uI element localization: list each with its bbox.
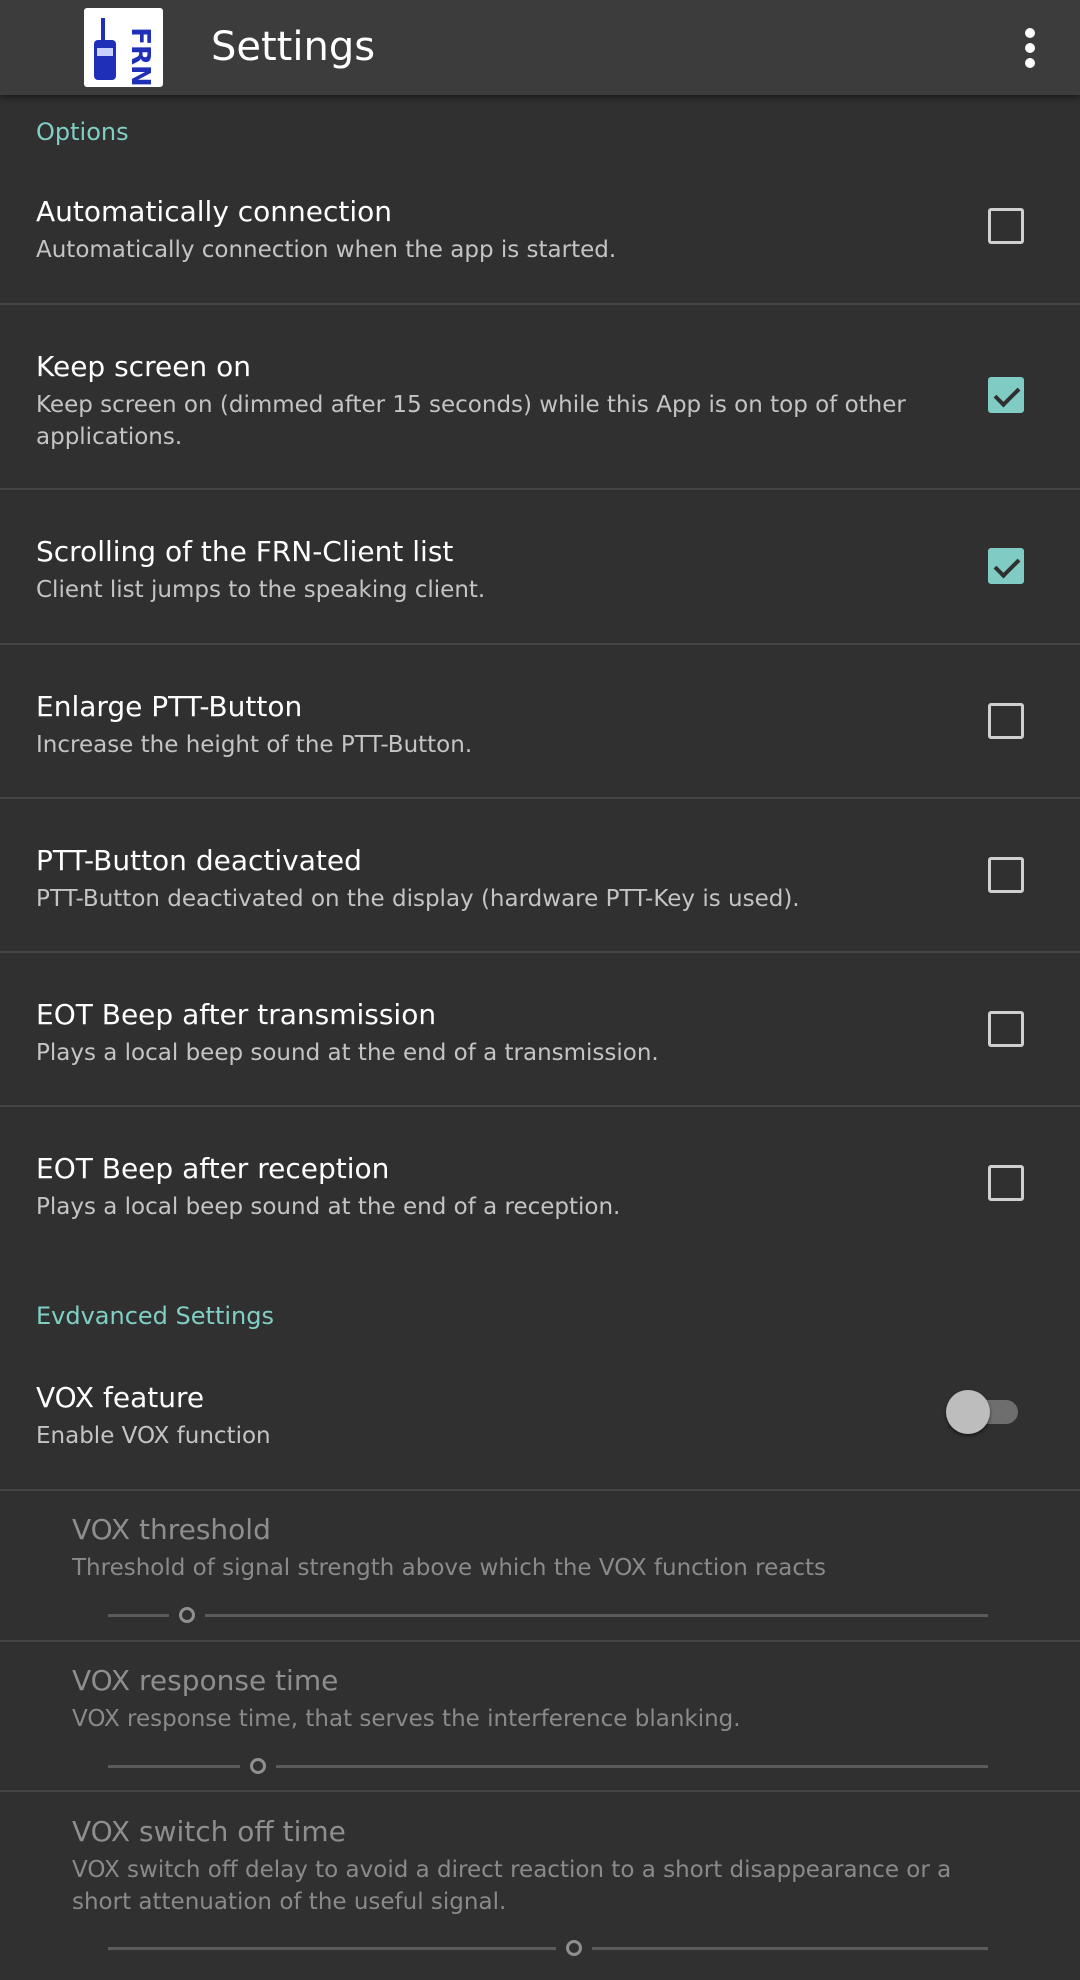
pref-title: EOT Beep after transmission [36, 998, 437, 1031]
pref-summary: Client list jumps to the speaking client… [36, 577, 486, 603]
pref-option-3[interactable]: Enlarge PTT-Button Increase the height of… [0, 685, 1080, 785]
pref-summary: Enable VOX function [36, 1423, 271, 1449]
divider [0, 1105, 1080, 1107]
pref-option-1[interactable]: Keep screen on Keep screen on (dimmed aft… [0, 345, 1080, 450]
radio-icon [94, 40, 116, 80]
pref-option-0[interactable]: Automatically connection Automatically co… [0, 190, 1080, 290]
pref-summary: Plays a local beep sound at the end of a… [36, 1040, 659, 1066]
menu-dot [1025, 58, 1035, 68]
seekbar[interactable] [108, 1756, 988, 1776]
checkbox-unchecked[interactable] [988, 208, 1024, 244]
pref-summary: VOX response time, that serves the inter… [72, 1706, 741, 1732]
seekbar-thumb[interactable] [250, 1758, 266, 1774]
radio-antenna-shape [101, 18, 105, 42]
divider [0, 303, 1080, 305]
pref-summary: Automatically connection when the app is… [36, 237, 617, 263]
seekbar-track [108, 1614, 988, 1617]
vox-toggle-switch[interactable] [946, 1390, 1022, 1434]
page-title: Settings [211, 24, 376, 70]
pref-title: VOX feature [36, 1381, 205, 1414]
pref-summary: PTT-Button deactivated on the display (h… [36, 886, 800, 912]
pref-title: VOX response time [72, 1664, 339, 1697]
pref-title: VOX switch off time [72, 1815, 346, 1848]
frn-app-icon: FRN [84, 8, 163, 87]
divider [0, 1640, 1080, 1642]
divider [0, 643, 1080, 645]
section-header-advanced: Evdvanced Settings [36, 1302, 274, 1330]
pref-title: Enlarge PTT-Button [36, 690, 303, 723]
checkbox-checked[interactable] [988, 377, 1024, 413]
section-header-options: Options [36, 118, 129, 146]
app-icon-logo-text: FRN [125, 27, 155, 87]
app-bar: FRN Settings [0, 0, 1080, 95]
pref-option-6[interactable]: EOT Beep after reception Plays a local be… [0, 1147, 1080, 1247]
pref-option-5[interactable]: EOT Beep after transmission Plays a local… [0, 993, 1080, 1093]
radio-screen-shape [97, 48, 113, 56]
divider [0, 1489, 1080, 1491]
switch-thumb [946, 1390, 990, 1434]
pref-summary: Threshold of signal strength above which… [72, 1555, 827, 1581]
divider [0, 797, 1080, 799]
divider [0, 951, 1080, 953]
seekbar[interactable] [108, 1938, 988, 1958]
more-vert-icon[interactable] [1010, 20, 1050, 76]
pref-title: Scrolling of the FRN-Client list [36, 535, 454, 568]
seekbar-thumb[interactable] [566, 1940, 582, 1956]
pref-title: EOT Beep after reception [36, 1152, 390, 1185]
pref-title: Automatically connection [36, 195, 393, 228]
pref-title: VOX threshold [72, 1513, 271, 1546]
pref-summary: VOX switch off delay to avoid a direct r… [72, 1857, 952, 1915]
pref-slider-2[interactable]: VOX switch off time VOX switch off delay … [0, 1810, 1080, 1970]
seekbar-thumb[interactable] [179, 1607, 195, 1623]
pref-option-4[interactable]: PTT-Button deactivated PTT-Button deactiv… [0, 839, 1080, 939]
pref-vox-feature[interactable]: VOX feature Enable VOX function [0, 1370, 1080, 1490]
pref-option-2[interactable]: Scrolling of the FRN-Client list Client l… [0, 530, 1080, 630]
pref-slider-1[interactable]: VOX response time VOX response time, that… [0, 1659, 1080, 1819]
pref-summary: Plays a local beep sound at the end of a… [36, 1194, 621, 1220]
pref-summary: Keep screen on (dimmed after 15 seconds)… [36, 392, 906, 450]
pref-slider-0[interactable]: VOX threshold Threshold of signal strengt… [0, 1508, 1080, 1668]
menu-dot [1025, 43, 1035, 53]
pref-title: Keep screen on [36, 350, 251, 383]
menu-dot [1025, 28, 1035, 38]
checkbox-unchecked[interactable] [988, 857, 1024, 893]
seekbar-track [108, 1947, 988, 1950]
divider [0, 488, 1080, 490]
checkbox-unchecked[interactable] [988, 1011, 1024, 1047]
checkbox-unchecked[interactable] [988, 1165, 1024, 1201]
seekbar[interactable] [108, 1605, 988, 1625]
checkbox-checked[interactable] [988, 548, 1024, 584]
divider [0, 1790, 1080, 1792]
pref-summary: Increase the height of the PTT-Button. [36, 732, 473, 758]
pref-title: PTT-Button deactivated [36, 844, 362, 877]
checkbox-unchecked[interactable] [988, 703, 1024, 739]
